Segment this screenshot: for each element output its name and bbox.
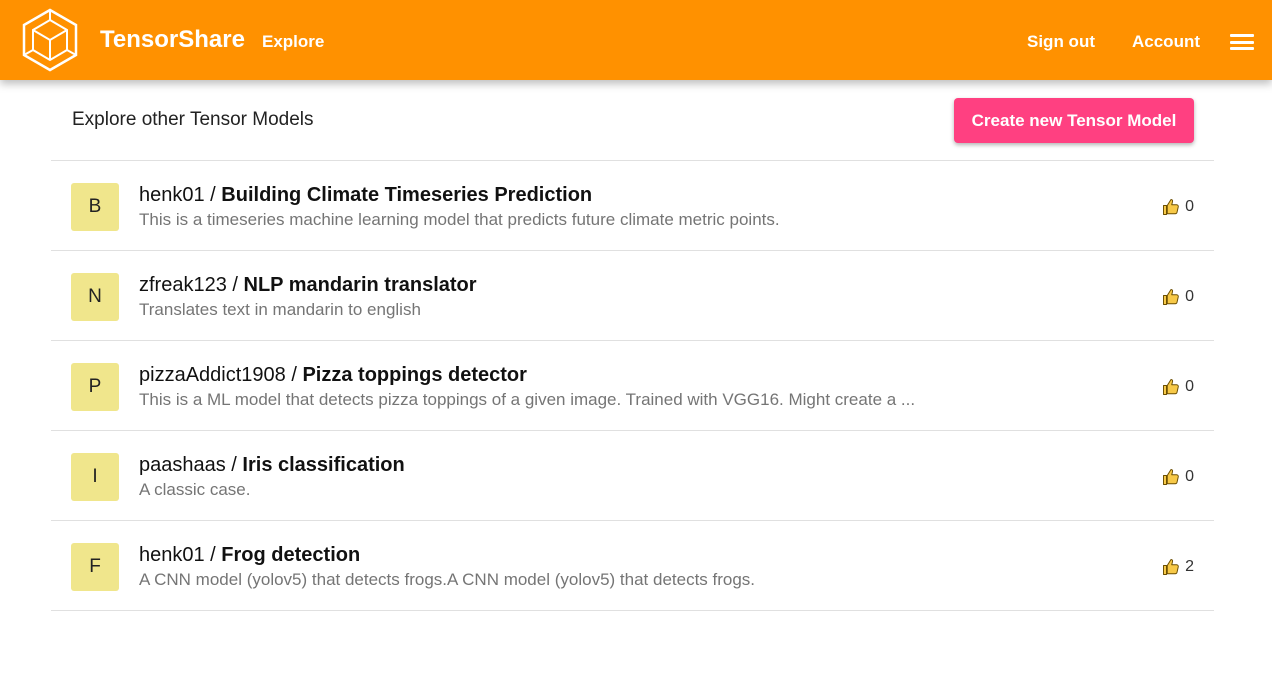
- model-title[interactable]: paashaas / Iris classification: [139, 454, 405, 477]
- thumbs-up-icon[interactable]: [1162, 378, 1180, 396]
- title-separator: /: [225, 454, 243, 476]
- menu-bar: [1230, 34, 1254, 37]
- thumbs-up-icon[interactable]: [1162, 468, 1180, 486]
- model-description: A classic case.: [139, 480, 251, 499]
- thumbs-up-icon[interactable]: [1162, 288, 1180, 306]
- like-counter[interactable]: 2: [1162, 558, 1194, 576]
- model-description: Translates text in mandarin to english: [139, 300, 421, 319]
- thumbs-up-icon[interactable]: [1162, 198, 1180, 216]
- model-list-item[interactable]: I paashaas / Iris classification A class…: [51, 431, 1214, 521]
- model-owner: henk01: [139, 184, 205, 206]
- like-counter[interactable]: 0: [1162, 468, 1194, 486]
- hamburger-menu-icon[interactable]: [1230, 34, 1254, 50]
- model-name: Building Climate Timeseries Prediction: [221, 184, 593, 206]
- avatar: B: [71, 183, 119, 231]
- model-owner: henk01: [139, 544, 205, 566]
- avatar: F: [71, 543, 119, 591]
- model-list-item[interactable]: F henk01 / Frog detection A CNN model (y…: [51, 521, 1214, 611]
- model-name: Iris classification: [242, 454, 405, 476]
- model-title[interactable]: pizzaAddict1908 / Pizza toppings detecto…: [139, 364, 527, 387]
- like-count: 2: [1185, 558, 1194, 575]
- title-separator: /: [226, 274, 244, 296]
- model-owner: zfreak123: [139, 274, 227, 296]
- model-title[interactable]: henk01 / Building Climate Timeseries Pre…: [139, 184, 592, 207]
- like-count: 0: [1185, 468, 1194, 485]
- brand-title[interactable]: TensorShare: [100, 26, 245, 54]
- like-counter[interactable]: 0: [1162, 288, 1194, 306]
- cube-logo-icon[interactable]: [20, 8, 80, 72]
- title-separator: /: [285, 364, 303, 386]
- model-title[interactable]: zfreak123 / NLP mandarin translator: [139, 274, 477, 297]
- model-name: NLP mandarin translator: [243, 274, 477, 296]
- model-title[interactable]: henk01 / Frog detection: [139, 544, 360, 567]
- model-list: B henk01 / Building Climate Timeseries P…: [51, 160, 1214, 611]
- like-count: 0: [1185, 288, 1194, 305]
- like-count: 0: [1185, 378, 1194, 395]
- menu-bar: [1230, 47, 1254, 50]
- page-heading: Explore other Tensor Models: [72, 109, 314, 130]
- like-counter[interactable]: 0: [1162, 198, 1194, 216]
- like-count: 0: [1185, 198, 1194, 215]
- create-model-button[interactable]: Create new Tensor Model: [954, 98, 1194, 143]
- model-description: A CNN model (yolov5) that detects frogs.…: [139, 570, 756, 589]
- title-separator: /: [204, 184, 222, 206]
- model-name: Pizza toppings detector: [302, 364, 527, 386]
- thumbs-up-icon[interactable]: [1162, 558, 1180, 576]
- account-link[interactable]: Account: [1132, 32, 1200, 52]
- model-name: Frog detection: [221, 544, 361, 566]
- title-separator: /: [204, 544, 222, 566]
- nav-explore-link[interactable]: Explore: [262, 32, 324, 52]
- avatar: I: [71, 453, 119, 501]
- model-owner: paashaas: [139, 454, 226, 476]
- avatar: P: [71, 363, 119, 411]
- model-list-item[interactable]: N zfreak123 / NLP mandarin translator Tr…: [51, 251, 1214, 341]
- avatar: N: [71, 273, 119, 321]
- menu-bar: [1230, 40, 1254, 44]
- top-app-bar: TensorShare Explore Sign out Account: [0, 0, 1272, 80]
- sign-out-link[interactable]: Sign out: [1027, 32, 1095, 52]
- like-counter[interactable]: 0: [1162, 378, 1194, 396]
- model-list-item[interactable]: B henk01 / Building Climate Timeseries P…: [51, 161, 1214, 251]
- model-owner: pizzaAddict1908: [139, 364, 286, 386]
- model-list-item[interactable]: P pizzaAddict1908 / Pizza toppings detec…: [51, 341, 1214, 431]
- model-description: This is a timeseries machine learning mo…: [139, 210, 780, 229]
- model-description: This is a ML model that detects pizza to…: [139, 390, 916, 409]
